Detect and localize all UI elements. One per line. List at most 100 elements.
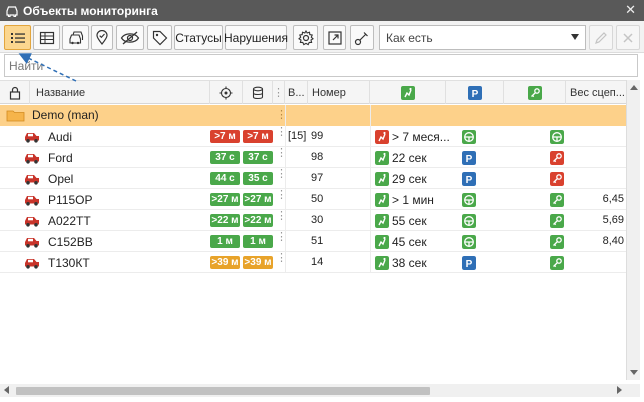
window-titlebar: Объекты мониторинга ✕ — [0, 0, 644, 21]
lock-icon — [9, 86, 20, 100]
view-select[interactable]: Как есть — [379, 25, 586, 50]
table-row[interactable]: Ford 37 с 37 с ⋮ 98 22 сек P — [0, 147, 626, 168]
table-row[interactable]: С152ВВ 1 м1 м ⋮ 51 45 сек 8,40 — [0, 231, 626, 252]
search-input[interactable]: Найти — [4, 54, 638, 77]
vertical-scrollbar[interactable] — [626, 80, 640, 380]
pencil-icon — [595, 31, 607, 44]
car-icon — [25, 259, 39, 269]
steering-icon — [462, 193, 476, 207]
link-button[interactable] — [350, 25, 374, 50]
motion-icon — [375, 130, 389, 144]
car-icon — [25, 196, 39, 206]
gps-column-header[interactable] — [210, 81, 243, 104]
b-column-header[interactable]: В... — [285, 81, 308, 104]
row-menu-dots[interactable]: ⋮ — [276, 211, 287, 226]
gps-age-badge: >39 м — [210, 256, 240, 269]
object-name: Opel — [48, 172, 74, 186]
parking-icon: P — [467, 85, 482, 100]
scroll-down-icon[interactable] — [630, 370, 638, 375]
motion-time: 22 сек — [392, 151, 427, 165]
lock-column-header[interactable] — [0, 81, 30, 104]
db-age-badge: 1 м — [243, 235, 273, 248]
row-menu-dots[interactable]: ⋮ — [276, 232, 287, 247]
scroll-left-icon[interactable] — [4, 386, 9, 394]
column-divider — [285, 105, 286, 272]
link-icon — [354, 31, 368, 45]
geofence-button[interactable] — [91, 25, 113, 50]
gps-age-badge: >22 м — [210, 214, 240, 227]
db-age-badge: 35 с — [243, 172, 273, 185]
number-column-header[interactable]: Номер — [308, 81, 370, 104]
svg-text:P: P — [466, 154, 473, 165]
hide-button[interactable] — [116, 25, 144, 50]
key-icon — [550, 214, 564, 228]
motion-column-header[interactable] — [370, 81, 446, 104]
db-age-badge: 37 с — [243, 151, 273, 164]
export-button[interactable] — [323, 25, 346, 50]
export-icon — [327, 30, 342, 45]
violations-button[interactable]: Нарушения — [224, 25, 288, 50]
motion-icon — [375, 256, 389, 270]
scroll-up-icon[interactable] — [630, 85, 638, 90]
row-menu-dots[interactable]: ⋮ — [276, 148, 287, 163]
row-menu-dots[interactable]: ⋮ — [276, 127, 287, 142]
grid-header: Название ⋮ В... Номер P Вес сцеп... — [0, 80, 626, 104]
number-value: 97 — [311, 172, 324, 184]
object-name: Audi — [48, 130, 73, 144]
table-row[interactable]: Audi >7 м >7 м ⋮ [15] 99 > 7 меся... — [0, 126, 626, 147]
settings-button[interactable] — [293, 25, 318, 50]
car-icon — [25, 133, 39, 143]
weight-column-header[interactable]: Вес сцеп... — [566, 81, 626, 104]
table-view-button[interactable] — [33, 25, 60, 50]
column-divider — [370, 105, 371, 272]
gear-icon — [297, 29, 314, 45]
ignition-column-header[interactable] — [504, 81, 566, 104]
scroll-thumb[interactable] — [16, 387, 430, 395]
b-value: [15] — [288, 130, 307, 142]
car-icon — [25, 238, 39, 248]
motion-time: > 1 мин — [392, 193, 434, 207]
number-value: 51 — [311, 235, 324, 247]
number-value: 14 — [311, 256, 324, 268]
row-menu-dots[interactable]: ⋮ — [276, 190, 287, 205]
table-row[interactable]: А022ТТ >22 м >22 м ⋮ 30 55 сек 5,69 — [0, 210, 626, 231]
key-icon — [550, 256, 564, 270]
parking-icon: P — [462, 172, 476, 186]
number-value: 30 — [311, 214, 324, 226]
table-row[interactable]: Р115ОР >27 м >27 м ⋮ 50 > 1 мин 6,45 — [0, 189, 626, 210]
motion-icon — [400, 85, 415, 100]
window-close-button[interactable]: ✕ — [625, 3, 636, 17]
table-row[interactable]: Opel 44 с 35 с ⋮ 97 29 сек P — [0, 168, 626, 189]
motion-icon — [375, 214, 389, 228]
scroll-right-icon[interactable] — [617, 386, 622, 394]
view-select-value: Как есть — [386, 30, 433, 45]
objects-grid: Название ⋮ В... Номер P Вес сцеп... Demo… — [0, 80, 626, 380]
list-view-button[interactable] — [4, 25, 31, 50]
group-row[interactable]: Demo (man) ⋮ — [0, 105, 626, 126]
row-menu-dots[interactable]: ⋮ — [276, 169, 287, 184]
column-menu-dots[interactable]: ⋮ — [273, 81, 285, 104]
svg-text:P: P — [466, 175, 473, 186]
edit-button[interactable] — [589, 25, 613, 50]
motion-icon — [375, 235, 389, 249]
delete-button[interactable] — [616, 25, 640, 50]
parking-icon: P — [462, 256, 476, 270]
motion-time: 38 сек — [392, 256, 427, 270]
weight-value: 8,40 — [602, 235, 624, 247]
table-row[interactable]: Т130КТ >39 м >39 м ⋮ 14 38 сек P — [0, 252, 626, 273]
database-icon — [252, 86, 263, 99]
svg-text:P: P — [471, 89, 478, 100]
db-column-header[interactable] — [243, 81, 273, 104]
name-column-header[interactable]: Название — [30, 81, 210, 104]
row-menu-dots[interactable]: ⋮ — [276, 253, 287, 268]
statuses-button[interactable]: Статусы — [174, 25, 223, 50]
object-name: Р115ОР — [48, 193, 93, 207]
horizontal-scrollbar[interactable] — [0, 384, 626, 397]
parking-column-header[interactable]: P — [446, 81, 504, 104]
tag-button[interactable] — [147, 25, 172, 50]
object-name: А022ТТ — [48, 214, 91, 228]
motion-icon — [375, 151, 389, 165]
object-name: С152ВВ — [48, 235, 93, 249]
folder-icon — [6, 110, 25, 122]
vehicles-button[interactable] — [62, 25, 89, 50]
